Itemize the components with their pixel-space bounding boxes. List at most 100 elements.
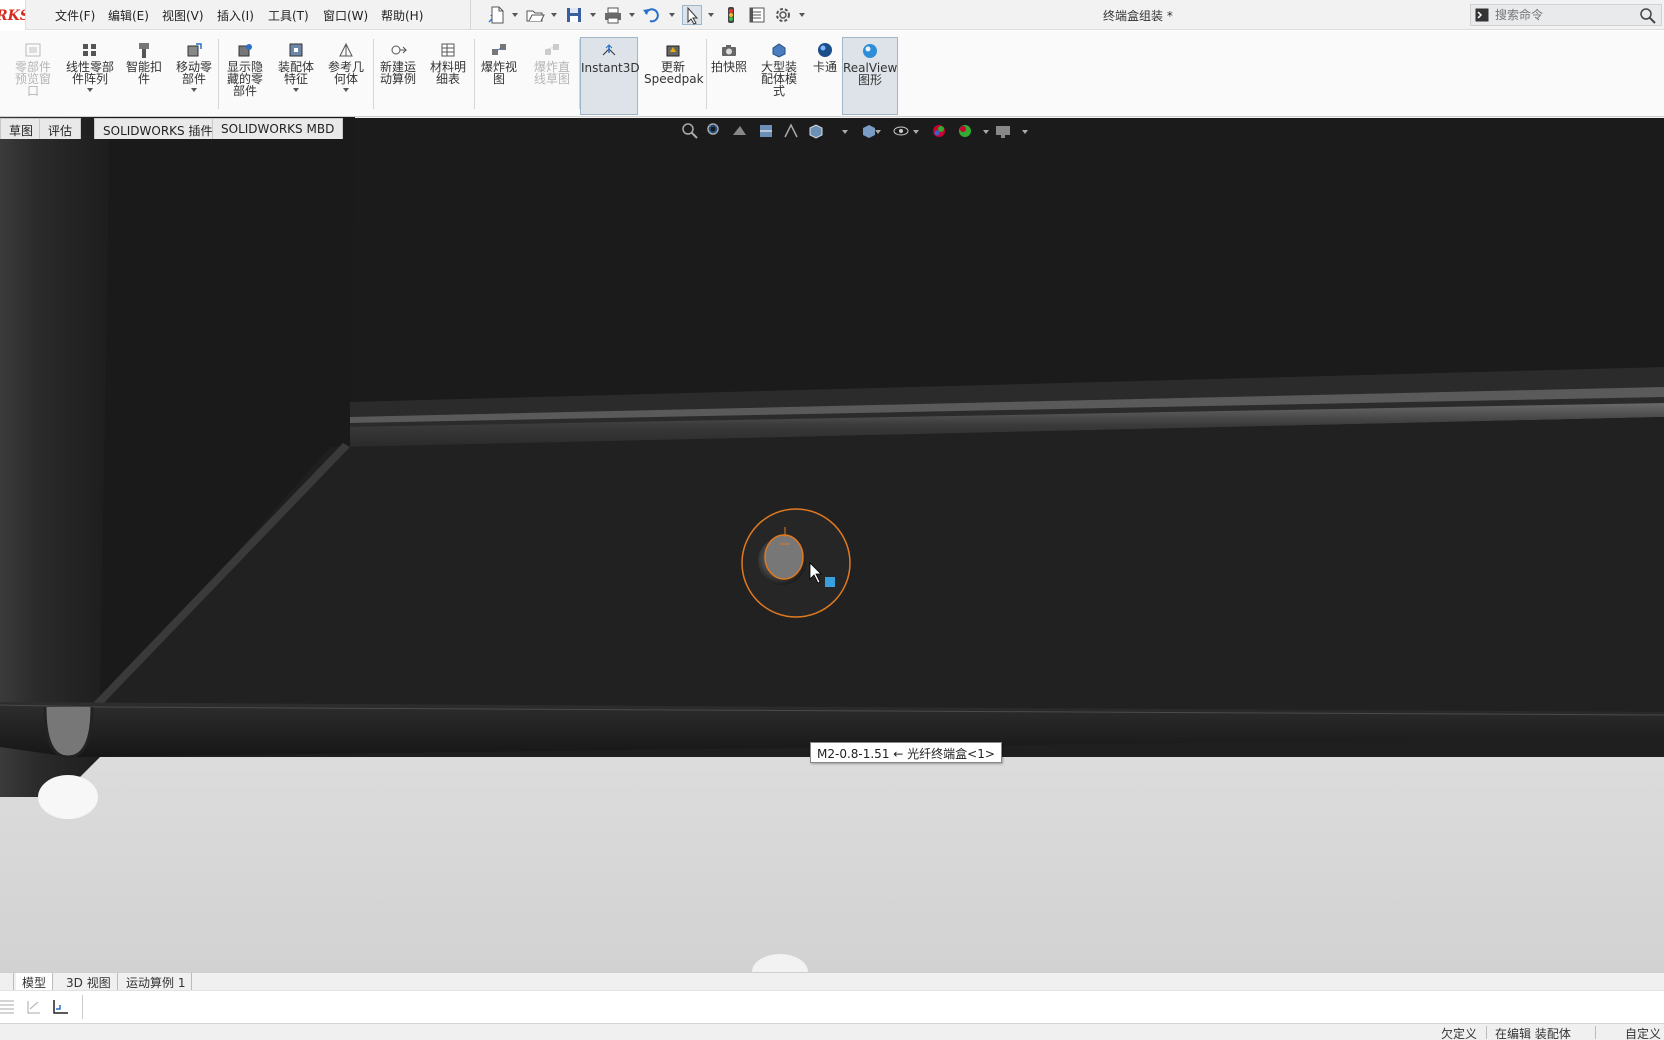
motion-study-icon: [389, 41, 408, 59]
graphics-area[interactable]: M2-0.8-1.51 ← 光纤终端盒<1>: [0, 117, 1664, 972]
status-divider: [1595, 1026, 1596, 1039]
instant3d-label: Instant3D: [581, 61, 640, 75]
realview-graphics-button[interactable]: RealView 图形: [842, 37, 898, 115]
save-icon[interactable]: [564, 5, 584, 25]
chevron-down-icon[interactable]: [875, 130, 881, 134]
zoom-to-area-icon[interactable]: [705, 121, 725, 141]
linear-pattern-icon: [81, 41, 99, 59]
take-snapshot-button[interactable]: 拍快照: [707, 41, 751, 73]
reference-geometry-label: 参考几 何体: [327, 60, 364, 86]
chevron-down-icon[interactable]: [343, 88, 349, 92]
tab-model[interactable]: 模型: [16, 973, 54, 990]
tab-motion-study-1[interactable]: 运动算例 1: [120, 973, 193, 990]
chevron-down-icon[interactable]: [191, 88, 197, 92]
zoom-to-fit-icon[interactable]: [680, 121, 700, 141]
move-component-button[interactable]: 移动零 部件: [172, 41, 216, 92]
search-commands-box[interactable]: [1470, 4, 1662, 26]
command-separator: [706, 39, 707, 109]
bill-of-materials-button[interactable]: 材料明 细表: [426, 41, 470, 85]
print-icon[interactable]: [603, 5, 623, 25]
new-document-dropdown[interactable]: [512, 13, 518, 17]
open-dropdown[interactable]: [551, 13, 557, 17]
select-pointer-icon[interactable]: [682, 5, 702, 25]
tab-evaluate[interactable]: 评估: [39, 118, 82, 139]
exploded-view-icon: [490, 41, 508, 59]
previous-view-icon[interactable]: [730, 121, 750, 141]
chevron-down-icon[interactable]: [842, 130, 848, 134]
speedpak-icon: [664, 41, 682, 59]
show-hidden-components-button[interactable]: 显示隐 藏的零 部件: [222, 41, 268, 97]
dynamic-annotation-icon[interactable]: [781, 121, 801, 141]
reference-geometry-button[interactable]: 参考几 何体: [324, 41, 368, 92]
status-divider: [1486, 1026, 1487, 1039]
assembly-features-button[interactable]: 装配体 特征: [274, 41, 318, 92]
menu-insert[interactable]: 插入(I): [217, 7, 254, 24]
menu-file[interactable]: 文件(F): [55, 7, 95, 24]
view-orientation-icon[interactable]: [806, 121, 826, 141]
menu-tools[interactable]: 工具(T): [268, 7, 309, 24]
show-hidden-components-label: 显示隐 藏的零 部件: [226, 60, 263, 98]
solidworks-logo[interactable]: RKS: [0, 0, 26, 30]
large-assembly-mode-button[interactable]: 大型装 配体模 式: [756, 41, 802, 97]
rebuild-traffic-light-icon[interactable]: [721, 5, 741, 25]
tab-solidworks-mbd[interactable]: SOLIDWORKS MBD: [212, 118, 344, 139]
linear-component-pattern-button[interactable]: 线性零部 件阵列: [62, 41, 118, 92]
cartoon-button[interactable]: 卡通: [810, 41, 840, 73]
file-properties-icon[interactable]: [747, 5, 767, 25]
select-dropdown[interactable]: [708, 13, 714, 17]
smart-fastener-icon: [135, 41, 153, 59]
tab-sketch[interactable]: 草图: [0, 118, 43, 139]
open-folder-icon[interactable]: [525, 5, 545, 25]
command-separator: [474, 39, 475, 109]
take-snapshot-label: 拍快照: [710, 60, 747, 74]
options-dropdown[interactable]: [799, 13, 805, 17]
hide-show-items-icon[interactable]: [891, 121, 911, 141]
new-document-icon[interactable]: [487, 5, 507, 25]
large-assembly-icon: [770, 41, 788, 59]
view-settings-icon[interactable]: [993, 121, 1013, 141]
model-3d-scene[interactable]: [0, 117, 1664, 972]
update-speedpak-button[interactable]: 更新 Speedpak: [644, 41, 704, 85]
search-icon[interactable]: [1639, 7, 1657, 25]
explode-line-sketch-label: 爆炸直 线草图: [533, 60, 570, 86]
undo-dropdown[interactable]: [669, 13, 675, 17]
edit-appearance-icon[interactable]: [929, 121, 949, 141]
upper-cavity: [350, 117, 1664, 417]
tab-solidworks-addins[interactable]: SOLIDWORKS 插件: [94, 118, 222, 139]
component-preview-window-button[interactable]: 零部件 预览窗 口: [10, 41, 56, 97]
chevron-down-icon[interactable]: [913, 130, 919, 134]
instant3d-button[interactable]: Instant3D: [580, 37, 640, 115]
apply-scene-icon[interactable]: [955, 121, 975, 141]
left-wall: [0, 117, 110, 797]
menu-window[interactable]: 窗口(W): [323, 7, 368, 24]
chevron-down-icon[interactable]: [1022, 130, 1028, 134]
coordinate-axes-icon[interactable]: [50, 997, 70, 1017]
search-input[interactable]: [1495, 7, 1635, 23]
tab-3d-views[interactable]: 3D 视图: [60, 973, 118, 990]
undo-icon[interactable]: [641, 5, 661, 25]
menu-help[interactable]: 帮助(H): [381, 7, 423, 24]
grid-icon[interactable]: [0, 997, 16, 1017]
options-gear-icon[interactable]: [773, 5, 793, 25]
menu-edit[interactable]: 编辑(E): [108, 7, 149, 24]
model-tabs-bar: 模型 3D 视图 运动算例 1: [0, 972, 1664, 990]
menu-view[interactable]: 视图(V): [162, 7, 204, 24]
menu-divider: [470, 0, 471, 30]
selected-hole-feature[interactable]: [741, 508, 851, 618]
linear-component-pattern-label: 线性零部 件阵列: [65, 60, 114, 86]
chevron-down-icon[interactable]: [293, 88, 299, 92]
save-dropdown[interactable]: [590, 13, 596, 17]
print-dropdown[interactable]: [629, 13, 635, 17]
explode-line-sketch-button[interactable]: 爆炸直 线草图: [528, 41, 576, 85]
exploded-view-button[interactable]: 爆炸视 图: [477, 41, 521, 85]
chevron-down-icon[interactable]: [983, 130, 989, 134]
sketch-toolbar-strip: [0, 990, 1664, 1023]
custom-units-status[interactable]: 自定义: [1625, 1025, 1661, 1040]
smart-fasteners-button[interactable]: 智能扣 件: [124, 41, 164, 85]
smart-fasteners-label: 智能扣 件: [125, 60, 162, 86]
tab-scroll-left-icon[interactable]: [0, 973, 14, 990]
sketch-relations-icon[interactable]: [24, 997, 44, 1017]
new-motion-study-button[interactable]: 新建运 动算例: [376, 41, 420, 85]
chevron-down-icon[interactable]: [87, 88, 93, 92]
section-view-icon[interactable]: [756, 121, 776, 141]
